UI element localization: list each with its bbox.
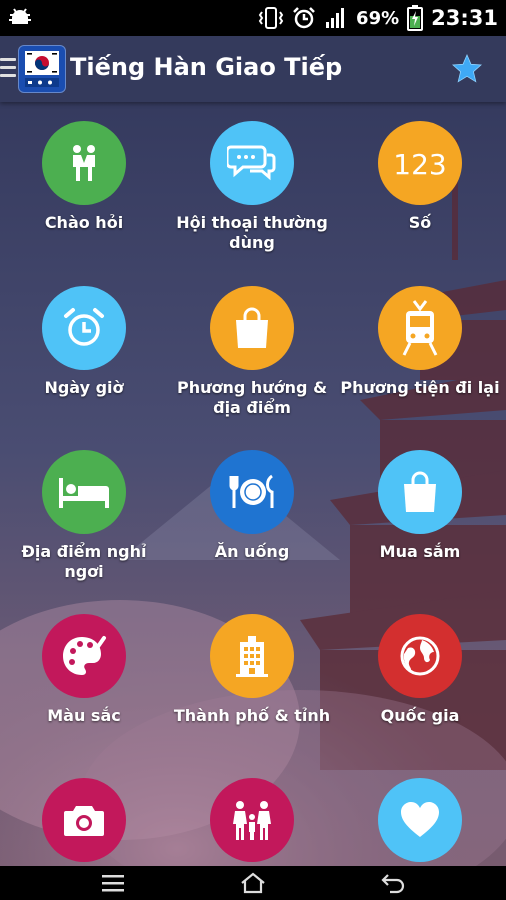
people-greeting-icon bbox=[42, 121, 126, 205]
category-tile[interactable]: Phương hướng & địa điểm bbox=[168, 286, 336, 418]
navigation-bar bbox=[0, 866, 506, 900]
category-label: Phương tiện đi lại bbox=[340, 378, 500, 397]
star-icon[interactable] bbox=[450, 53, 484, 85]
bed-icon bbox=[42, 450, 126, 534]
category-tile[interactable]: Phương tiện đi lại bbox=[336, 286, 504, 398]
battery-charging-icon bbox=[407, 5, 424, 31]
category-label: Ngày giờ bbox=[44, 378, 124, 397]
category-label: Phương hướng & địa điểm bbox=[176, 378, 328, 417]
category-tile[interactable]: Quốc gia bbox=[336, 614, 504, 726]
home-icon[interactable] bbox=[240, 871, 266, 895]
signal-icon bbox=[326, 8, 345, 28]
tram-icon bbox=[378, 286, 462, 370]
camera-icon bbox=[42, 778, 126, 862]
category-tile[interactable]: 123 Số bbox=[336, 121, 504, 233]
bag-icon bbox=[210, 286, 294, 370]
alarm-clock-icon bbox=[42, 286, 126, 370]
palette-icon bbox=[42, 614, 126, 698]
menu-icon[interactable] bbox=[0, 58, 16, 80]
numbers-123-icon: 123 bbox=[378, 121, 462, 205]
heart-icon bbox=[378, 778, 462, 862]
category-tile[interactable]: Ăn uống bbox=[168, 450, 336, 562]
category-tile[interactable]: Thành phố & tỉnh bbox=[168, 614, 336, 726]
menu-lines-icon[interactable] bbox=[100, 871, 126, 895]
chat-bubbles-icon bbox=[210, 121, 294, 205]
category-label: Địa điểm nghỉ ngơi bbox=[21, 542, 147, 581]
android-debug-icon bbox=[9, 8, 31, 24]
building-icon bbox=[210, 614, 294, 698]
category-label: Số bbox=[408, 213, 432, 232]
category-grid: Chào hỏi Hội thoại thường dùng 123 Số Ng… bbox=[0, 102, 506, 866]
category-tile[interactable]: Màu sắc bbox=[0, 614, 168, 726]
category-tile[interactable]: Chào hỏi bbox=[0, 121, 168, 233]
korean-flag-app-icon[interactable] bbox=[18, 45, 66, 93]
category-label: Thành phố & tỉnh bbox=[173, 706, 331, 725]
back-icon[interactable] bbox=[380, 871, 406, 895]
svg-text:123: 123 bbox=[393, 148, 446, 180]
category-tile[interactable]: Địa điểm nghỉ ngơi bbox=[0, 450, 168, 582]
app-bar: Tiếng Hàn Giao Tiếp bbox=[0, 36, 506, 102]
globe-icon bbox=[378, 614, 462, 698]
category-label: Ăn uống bbox=[214, 542, 290, 561]
category-tile[interactable] bbox=[0, 778, 168, 866]
category-tile[interactable]: Mua sắm bbox=[336, 450, 504, 562]
clock-time: 23:31 bbox=[431, 6, 498, 30]
plate-cutlery-icon bbox=[210, 450, 294, 534]
category-label: Mua sắm bbox=[379, 542, 461, 561]
category-tile[interactable]: Hội thoại thường dùng bbox=[168, 121, 336, 253]
status-bar: 69% 23:31 bbox=[0, 0, 506, 36]
category-tile[interactable] bbox=[168, 778, 336, 866]
category-label: Hội thoại thường dùng bbox=[176, 213, 328, 252]
category-label: Quốc gia bbox=[380, 706, 460, 725]
category-tile[interactable] bbox=[336, 778, 504, 866]
category-label: Chào hỏi bbox=[44, 213, 124, 232]
vibrate-icon bbox=[258, 7, 284, 29]
battery-percent: 69% bbox=[356, 7, 400, 29]
shopping-bag-icon bbox=[378, 450, 462, 534]
alarm-icon bbox=[293, 7, 315, 29]
app-title: Tiếng Hàn Giao Tiếp bbox=[70, 53, 343, 81]
category-tile[interactable]: Ngày giờ bbox=[0, 286, 168, 398]
family-icon bbox=[210, 778, 294, 862]
category-label: Màu sắc bbox=[47, 706, 121, 725]
